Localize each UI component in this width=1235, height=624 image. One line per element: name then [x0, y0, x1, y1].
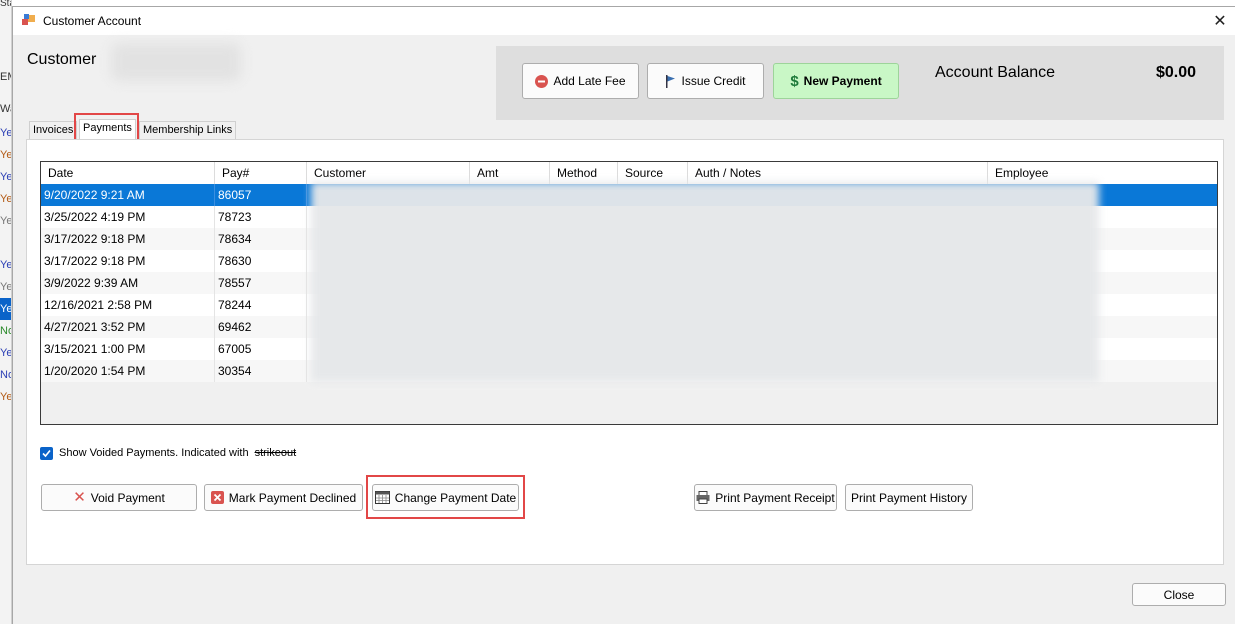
cell-date: 3/17/2022 9:18 PM: [41, 250, 215, 272]
print-payment-history-label: Print Payment History: [850, 490, 968, 505]
add-late-fee-button[interactable]: Add Late Fee: [522, 63, 639, 99]
column-header-pay-number[interactable]: Pay#: [215, 162, 307, 184]
column-header-auth-notes[interactable]: Auth / Notes: [688, 162, 988, 184]
cell-pay-number: 78634: [215, 228, 307, 250]
add-late-fee-label: Add Late Fee: [553, 74, 626, 88]
background-cell: No: [0, 369, 11, 381]
close-button-label: Close: [1163, 587, 1195, 602]
column-header-amount[interactable]: Amt: [470, 162, 550, 184]
background-cell: No: [0, 325, 11, 337]
print-payment-receipt-label: Print Payment Receipt: [715, 490, 835, 505]
flag-icon: [666, 74, 676, 88]
background-cell: EMA: [0, 71, 11, 83]
customer-label: Customer: [27, 51, 97, 68]
issue-credit-label: Issue Credit: [681, 74, 746, 88]
print-payment-history-button[interactable]: Print Payment History: [845, 484, 973, 511]
cell-date: 3/17/2022 9:18 PM: [41, 228, 215, 250]
cell-date: 1/20/2020 1:54 PM: [41, 360, 215, 382]
payments-grid[interactable]: Date Pay# Customer Amt Method Source Aut…: [40, 161, 1218, 425]
change-payment-date-label: Change Payment Date: [394, 490, 517, 505]
change-payment-date-button[interactable]: Change Payment Date: [372, 484, 519, 511]
background-app-strip: Start EMA Wa Yes Yes Yes Yes Yes Yes Yes…: [0, 0, 12, 624]
check-icon: [42, 449, 51, 457]
mark-declined-button[interactable]: Mark Payment Declined: [204, 484, 363, 511]
calendar-icon: [374, 491, 390, 504]
printer-icon: [696, 491, 710, 504]
cell-pay-number: 86057: [215, 184, 307, 206]
background-cell: Yes: [0, 259, 12, 271]
issue-credit-button[interactable]: Issue Credit: [647, 63, 764, 99]
void-payment-label: Void Payment: [90, 490, 165, 505]
background-cell: Yes: [0, 193, 12, 205]
background-cell: Yes: [0, 127, 12, 139]
background-cell: Yes: [0, 215, 12, 227]
background-cell: Yes: [0, 171, 12, 183]
cell-pay-number: 78244: [215, 294, 307, 316]
column-header-method[interactable]: Method: [550, 162, 618, 184]
show-voided-checkbox[interactable]: [40, 446, 53, 460]
redacted-payment-details: [311, 182, 1099, 382]
background-start-label: Start: [0, 0, 11, 9]
background-cell: Yes: [0, 347, 12, 359]
column-header-date[interactable]: Date: [41, 162, 215, 184]
cell-pay-number: 78557: [215, 272, 307, 294]
customer-name-redacted: [111, 43, 241, 81]
x-icon: ✕: [73, 489, 86, 506]
background-cell: Wa: [0, 103, 11, 115]
new-payment-button[interactable]: $ New Payment: [773, 63, 899, 99]
grid-header: Date Pay# Customer Amt Method Source Aut…: [41, 162, 1217, 184]
void-payment-button[interactable]: ✕ Void Payment: [41, 484, 197, 511]
column-header-source[interactable]: Source: [618, 162, 688, 184]
show-voided-label: Show Voided Payments. Indicated with: [59, 447, 249, 459]
minus-circle-icon: [535, 74, 549, 88]
cell-date: 3/25/2022 4:19 PM: [41, 206, 215, 228]
tab-invoices[interactable]: Invoices: [29, 121, 78, 140]
background-cell: Yes: [0, 391, 12, 403]
column-header-employee[interactable]: Employee: [988, 162, 1217, 184]
cell-date: 3/15/2021 1:00 PM: [41, 338, 215, 360]
tab-membership-links[interactable]: Membership Links: [139, 121, 237, 140]
title-bar[interactable]: Customer Account ✕: [13, 7, 1235, 35]
mark-declined-label: Mark Payment Declined: [228, 490, 357, 505]
account-balance-label: Account Balance: [935, 64, 1056, 81]
cell-date: 3/9/2022 9:39 AM: [41, 272, 215, 294]
background-cell: Yes: [0, 281, 12, 293]
background-cell: Yes: [0, 149, 12, 161]
column-header-customer[interactable]: Customer: [307, 162, 470, 184]
cell-pay-number: 30354: [215, 360, 307, 382]
strikeout-example: strikeout: [254, 447, 297, 459]
app-icon: [22, 14, 35, 25]
close-button[interactable]: Close: [1132, 583, 1226, 606]
declined-icon: [210, 491, 224, 504]
print-payment-receipt-button[interactable]: Print Payment Receipt: [694, 484, 837, 511]
cell-date: 4/27/2021 3:52 PM: [41, 316, 215, 338]
background-cell: Yes: [0, 298, 11, 320]
cell-date: 9/20/2022 9:21 AM: [41, 184, 215, 206]
cell-date: 12/16/2021 2:58 PM: [41, 294, 215, 316]
cell-pay-number: 67005: [215, 338, 307, 360]
window-title: Customer Account: [43, 14, 142, 28]
close-window-icon[interactable]: ✕: [1205, 7, 1235, 35]
account-balance-value: $0.00: [1156, 64, 1197, 81]
show-voided-row[interactable]: Show Voided Payments. Indicated with str…: [40, 446, 296, 460]
cell-pay-number: 78630: [215, 250, 307, 272]
new-payment-label: New Payment: [803, 74, 882, 88]
cell-pay-number: 69462: [215, 316, 307, 338]
customer-account-window: Customer Account ✕ Customer Add Late Fee…: [12, 6, 1235, 624]
cell-pay-number: 78723: [215, 206, 307, 228]
tab-payments[interactable]: Payments: [79, 119, 136, 140]
dollar-icon: $: [790, 72, 799, 90]
